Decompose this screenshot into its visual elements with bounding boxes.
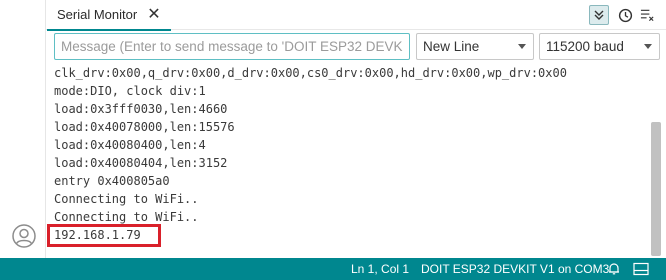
chevron-down-icon [518, 44, 526, 49]
line-ending-value: New Line [423, 39, 480, 54]
status-bar: Ln 1, Col 1 DOIT ESP32 DEVKIT V1 on COM3 [0, 258, 666, 280]
output-line: entry 0x400805a0 [54, 174, 170, 188]
ip-highlight-box [47, 224, 161, 247]
timestamp-toggle[interactable] [615, 5, 635, 25]
bell-icon[interactable] [607, 262, 621, 276]
line-ending-select[interactable]: New Line [416, 33, 534, 60]
board-port-status[interactable]: DOIT ESP32 DEVKIT V1 on COM3 [421, 258, 609, 280]
output-line: load:0x40078000,len:15576 [54, 120, 235, 134]
clear-output-button[interactable] [637, 5, 657, 25]
tab-serial-monitor[interactable]: Serial Monitor ✕ [47, 0, 171, 31]
output-line: load:0x3fff0030,len:4660 [54, 102, 228, 116]
serial-output[interactable]: clk_drv:0x00,q_drv:0x00,d_drv:0x00,cs0_d… [46, 64, 649, 258]
baud-rate-select[interactable]: 115200 baud [539, 33, 660, 60]
panel-tab-bar: Serial Monitor ✕ [46, 0, 666, 31]
baud-rate-value: 115200 baud [546, 39, 624, 54]
close-icon[interactable]: ✕ [147, 6, 160, 23]
activity-bar [0, 0, 46, 258]
cursor-position[interactable]: Ln 1, Col 1 [351, 258, 409, 280]
output-line: load:0x40080404,len:3152 [54, 156, 228, 170]
output-line: Connecting to WiFi.. [54, 192, 199, 206]
account-icon[interactable] [12, 224, 36, 248]
output-scrollbar[interactable] [649, 64, 666, 258]
clear-output-icon [640, 9, 654, 22]
output-line: mode:DIO, clock div:1 [54, 84, 206, 98]
panel-icon[interactable] [633, 262, 649, 276]
tab-label: Serial Monitor [57, 7, 138, 22]
output-line: clk_drv:0x00,q_drv:0x00,d_drv:0x00,cs0_d… [54, 66, 567, 80]
send-row: New Line 115200 baud [46, 32, 666, 62]
message-input[interactable] [54, 33, 410, 60]
autoscroll-toggle[interactable] [589, 5, 609, 25]
double-chevron-down-icon [594, 10, 604, 20]
clock-icon [618, 8, 632, 22]
scrollbar-thumb[interactable] [651, 122, 661, 256]
output-line: load:0x40080400,len:4 [54, 138, 206, 152]
chevron-down-icon [644, 44, 652, 49]
